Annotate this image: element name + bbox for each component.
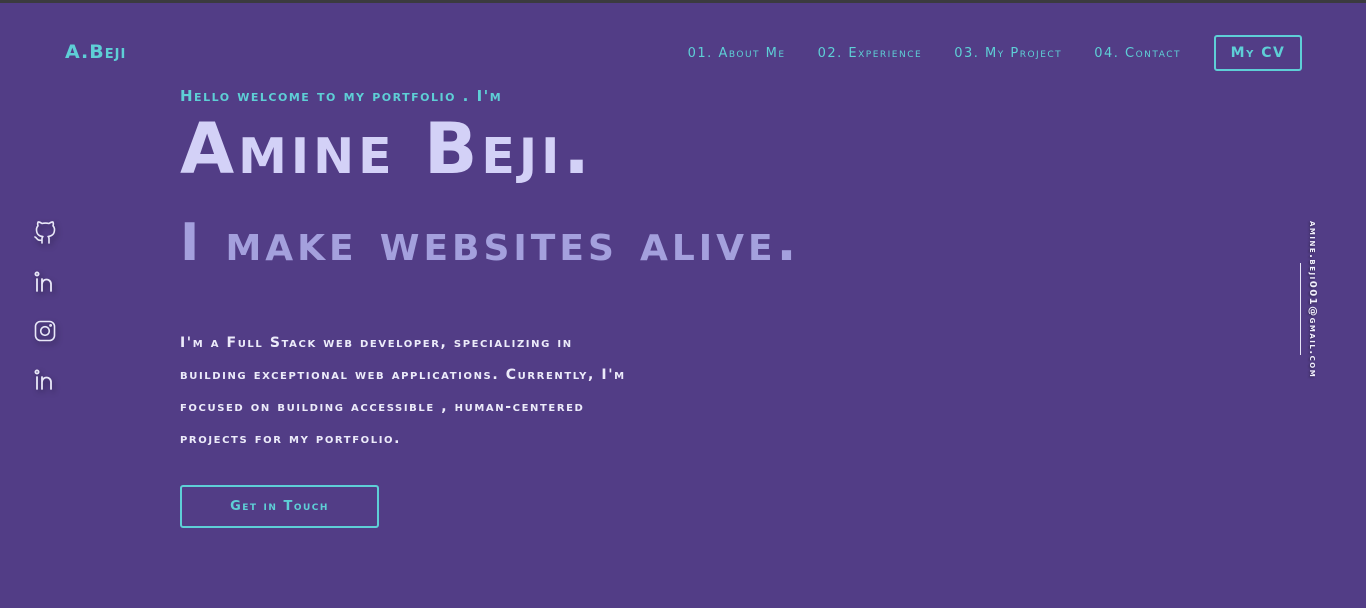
- bio-line: building exceptional web applications. C…: [180, 367, 626, 383]
- nav-item-projects[interactable]: 03. My Project: [954, 46, 1062, 61]
- nav-item-contact[interactable]: 04. Contact: [1094, 46, 1181, 61]
- bio-line: focused on building accessible , human-c…: [180, 399, 585, 415]
- email-divider: [1300, 263, 1301, 355]
- main-nav: 01. About Me 02. Experience 03. My Proje…: [688, 35, 1366, 71]
- bio-line: projects for my portfolio.: [180, 431, 402, 447]
- instagram-icon[interactable]: [33, 319, 57, 343]
- linkedin-icon[interactable]: [33, 368, 57, 392]
- email-link[interactable]: amine.beji001@gmail.com: [1307, 221, 1318, 378]
- hero-bio: I'm a Full Stack web developer, speciali…: [180, 327, 700, 455]
- social-links: [33, 221, 57, 417]
- nav-item-experience[interactable]: 02. Experience: [818, 46, 923, 61]
- get-in-touch-button[interactable]: Get in Touch: [180, 485, 379, 528]
- cv-button[interactable]: My CV: [1214, 35, 1302, 71]
- hero-name: Amine Beji.: [180, 108, 594, 190]
- hero-tagline: I make websites alive.: [180, 213, 801, 273]
- github-icon[interactable]: [33, 221, 57, 245]
- site-logo[interactable]: A.Beji: [65, 41, 126, 63]
- hero-greeting: Hello welcome to my portfolio . I'm: [180, 87, 503, 105]
- email-sidebar: amine.beji001@gmail.com: [1299, 221, 1321, 391]
- nav-item-about[interactable]: 01. About Me: [688, 46, 786, 61]
- bio-line: I'm a Full Stack web developer, speciali…: [180, 335, 573, 351]
- linkedin-icon[interactable]: [33, 270, 57, 294]
